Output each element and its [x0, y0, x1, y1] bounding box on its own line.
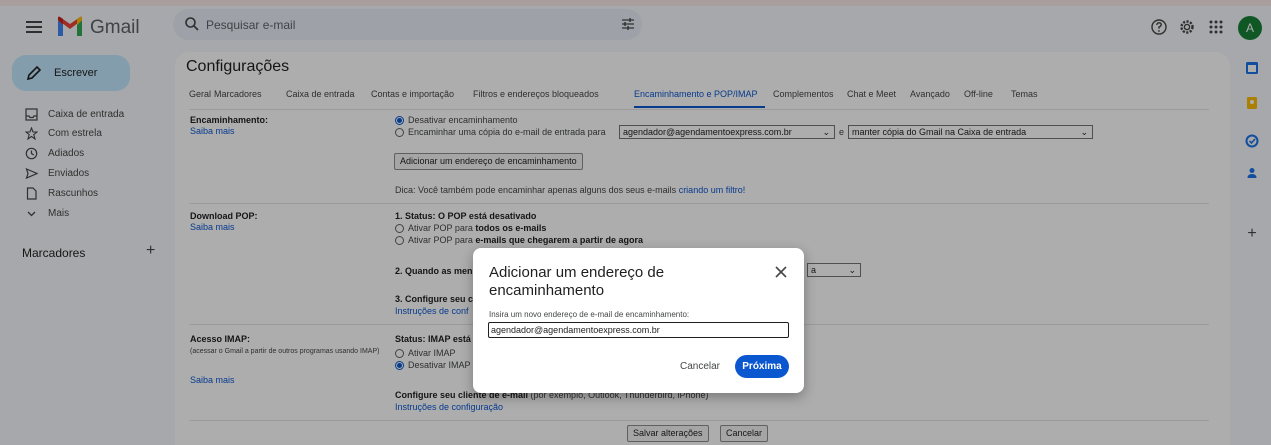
- dialog-cancel-button[interactable]: Cancelar: [671, 359, 729, 375]
- add-forwarding-dialog: Adicionar um endereço de encaminhamento …: [473, 248, 804, 393]
- close-icon[interactable]: [773, 264, 789, 280]
- dialog-prompt: Insira um novo endereço de e-mail de enc…: [489, 310, 690, 319]
- forwarding-email-input[interactable]: [488, 322, 789, 338]
- dialog-next-button[interactable]: Próxima: [735, 355, 789, 378]
- dialog-title: Adicionar um endereço de encaminhamento: [489, 264, 665, 299]
